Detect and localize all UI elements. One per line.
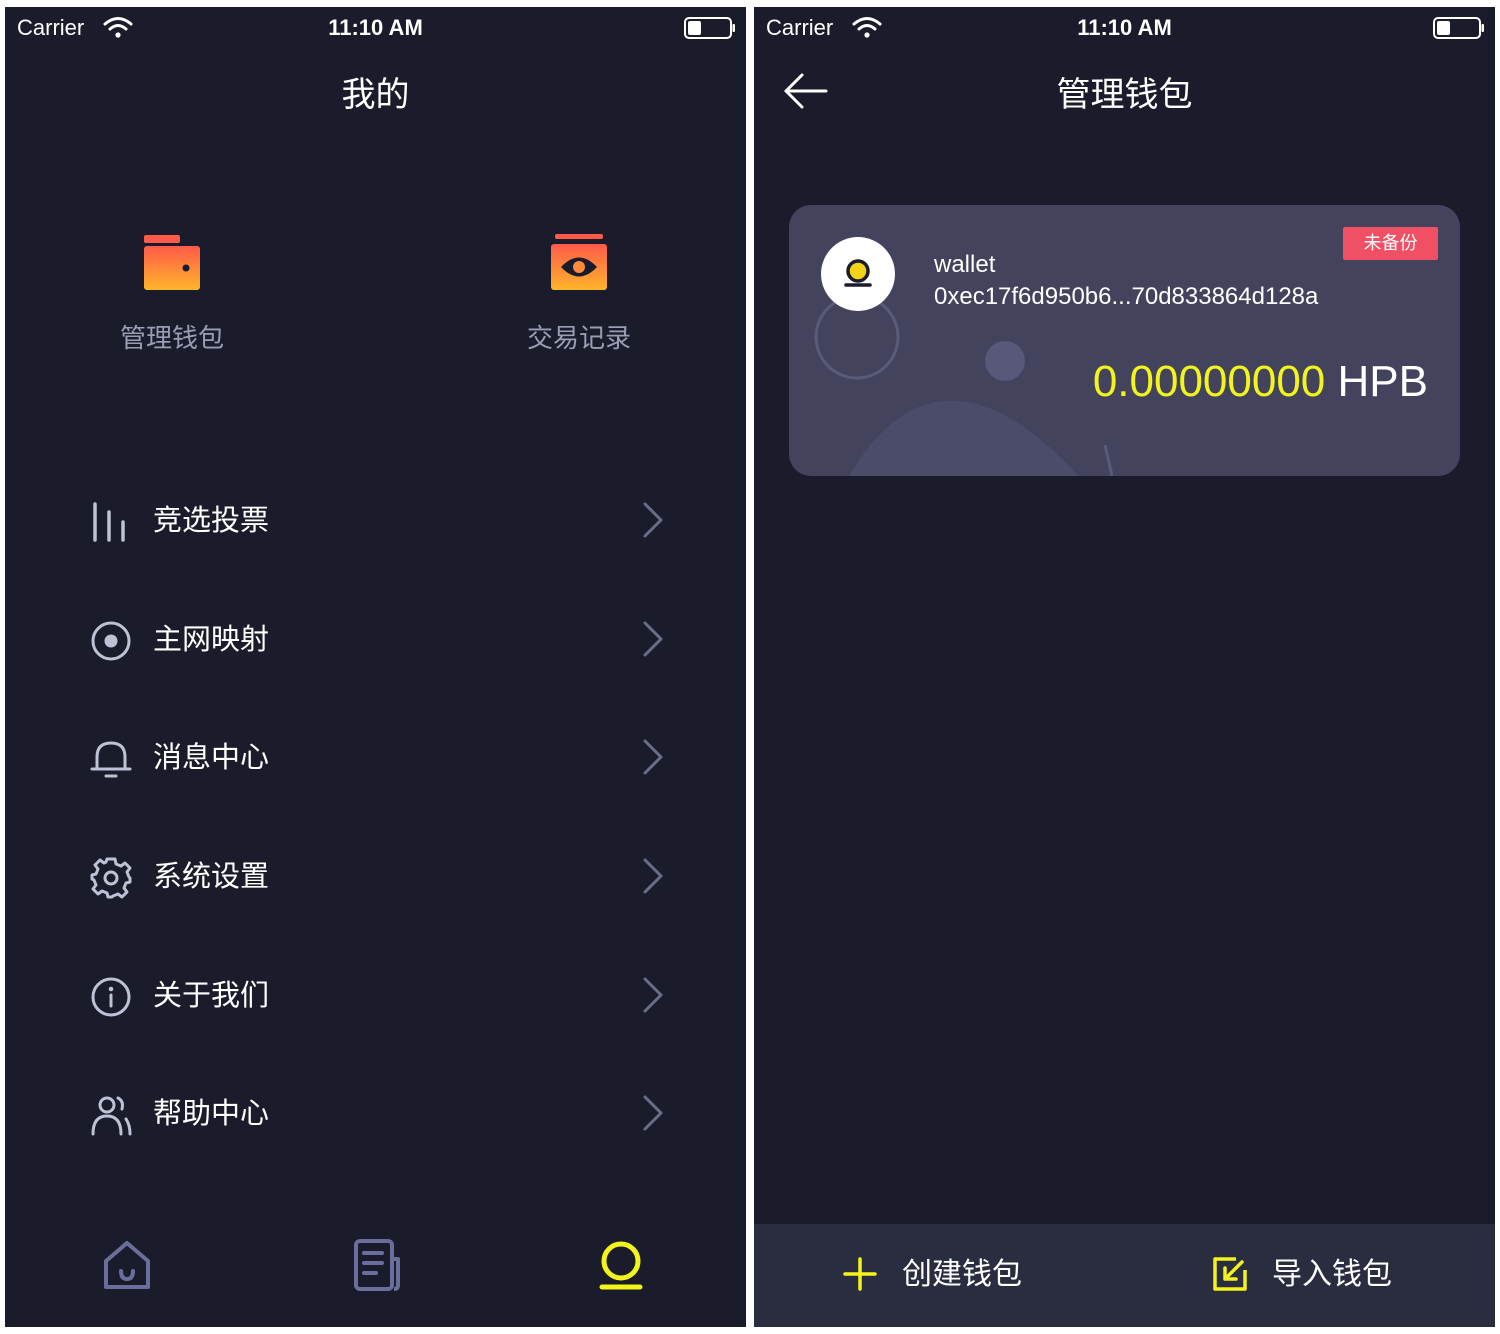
plus-icon [843,1257,877,1291]
menu-item-about-us[interactable]: 关于我们 [5,955,746,1035]
menu-item-message-center[interactable]: 消息中心 [5,717,746,797]
import-icon [1213,1257,1247,1291]
wallet-logo-icon [844,259,872,287]
chevron-right-icon [643,502,663,538]
home-icon[interactable] [99,1237,155,1293]
document-icon[interactable] [348,1237,404,1293]
wallet-avatar [821,237,895,311]
menu-item-help-center[interactable]: 帮助中心 [5,1073,746,1153]
info-icon [91,977,131,1017]
vote-bars-icon [93,502,125,542]
import-wallet-label: 导入钱包 [1272,1257,1392,1292]
wallet-card[interactable]: wallet 0xec17f6d950b6...70d833864d128a 未… [789,205,1460,476]
menu-item-vote[interactable]: 竞选投票 [5,480,746,560]
battery-icon [1433,17,1484,39]
balance-amount: 0.00000000 [1092,357,1326,406]
menu-item-mainnet-mapping[interactable]: 主网映射 [5,599,746,679]
menu-item-label: 系统设置 [153,859,270,893]
status-time: 11:10 AM [328,15,423,40]
page-title: 管理钱包 [1056,75,1193,115]
quick-action-label: 交易记录 [526,324,631,354]
menu-item-system-settings[interactable]: 系统设置 [5,836,746,916]
wallet-address: 0xec17f6d950b6...70d833864d128a [934,283,1319,310]
gear-icon [90,857,132,899]
menu-item-label: 消息中心 [153,740,270,774]
create-wallet-button[interactable]: 创建钱包 [842,1252,1042,1300]
menu-item-label: 竞选投票 [153,503,270,537]
users-icon [91,1096,132,1136]
status-time: 11:10 AM [1077,15,1172,40]
menu-item-label: 帮助中心 [153,1096,270,1130]
wallet-name: wallet [934,251,996,278]
quick-action-manage-wallet[interactable]: 管理钱包 [72,232,272,355]
chevron-right-icon [643,739,663,775]
quick-action-transactions[interactable]: 交易记录 [479,232,679,355]
bell-icon [90,741,132,778]
page-title: 我的 [341,75,410,115]
profile-icon[interactable] [593,1237,649,1293]
manage-wallet-screen: Carrier 11:10 AM 管理钱包 wallet 0xec17f6d95… [754,7,1495,1327]
balance-unit: HPB [1337,357,1428,406]
wallet-balance: 0.00000000 HPB [1093,357,1428,407]
menu-item-label: 关于我们 [153,978,270,1012]
quick-action-label: 管理钱包 [119,324,224,354]
status-bar: Carrier 11:10 AM [754,7,1495,51]
create-wallet-label: 创建钱包 [902,1257,1022,1292]
chevron-right-icon [643,1095,663,1131]
chevron-right-icon [643,858,663,894]
import-wallet-button[interactable]: 导入钱包 [1212,1252,1412,1300]
chevron-right-icon [643,621,663,657]
profile-screen: Carrier 11:10 AM 我的 管理钱包 交易记录 竞选投票 主网映射 … [5,7,746,1327]
status-bar: Carrier 11:10 AM [5,7,746,51]
menu-item-label: 主网映射 [153,622,270,656]
wallet-icon [144,235,200,290]
chevron-right-icon [643,977,663,1013]
not-backed-up-badge: 未备份 [1343,227,1438,260]
bottom-action-bar: 创建钱包 导入钱包 [754,1224,1495,1327]
battery-icon [684,17,735,39]
money-icon [551,234,607,290]
target-icon [91,621,131,661]
tab-bar [5,1217,746,1327]
